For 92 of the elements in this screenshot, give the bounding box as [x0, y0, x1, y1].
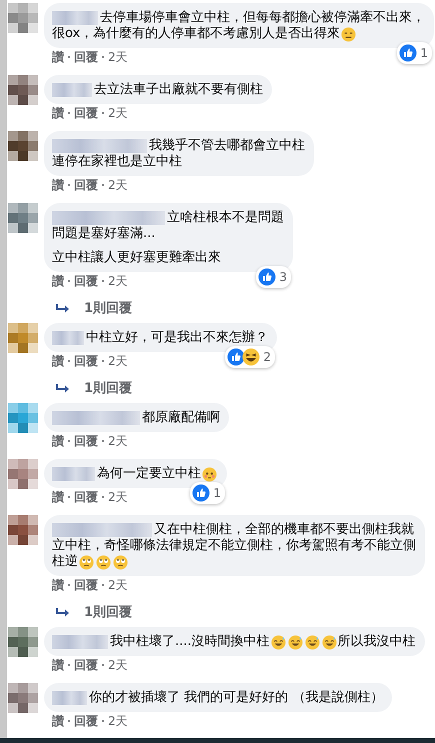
comment-text: 柱逆: [52, 554, 78, 570]
reaction-badge[interactable]: 1: [397, 42, 432, 64]
timestamp[interactable]: 2天: [108, 577, 128, 593]
comment-text: 連停在家裡也是立中柱: [52, 154, 182, 170]
comment-text: 中柱立好，可是我出不來怎辦？: [86, 330, 268, 346]
blurred-name: [52, 11, 98, 25]
like-icon: [192, 484, 210, 502]
avatar[interactable]: [8, 403, 38, 433]
replies-link[interactable]: 1則回覆: [84, 605, 132, 621]
action-link[interactable]: 讚: [52, 577, 64, 593]
reaction-badge[interactable]: 3: [256, 266, 291, 288]
comment-text: 為何一定要立中柱: [97, 466, 201, 482]
avatar[interactable]: [8, 683, 38, 713]
sweat-smile-icon: [322, 634, 337, 650]
eye-roll-face-icon: [96, 554, 111, 570]
comment-text: 去立法車子出廠就不要有側柱: [94, 82, 263, 98]
timestamp[interactable]: 2天: [108, 273, 128, 289]
replies-link[interactable]: 1則回覆: [84, 301, 132, 317]
avatar[interactable]: [8, 131, 38, 161]
blurred-name: [52, 467, 95, 481]
action-link[interactable]: 讚: [52, 657, 64, 673]
reply-arrow-icon: [56, 384, 70, 394]
action-link[interactable]: 回覆: [74, 713, 98, 729]
action-link[interactable]: 回覆: [74, 353, 98, 369]
blurred-name: [52, 83, 92, 97]
comment-text: 立中柱，奇怪哪條法律規定不能立側柱，你考駕照有考不能立側: [52, 538, 416, 554]
timestamp[interactable]: 2天: [108, 657, 128, 673]
like-icon: [399, 44, 418, 62]
like-icon: [258, 268, 276, 286]
comment-text: 很ox，為什麼有的人停車都不考慮別人是否出得來: [52, 26, 340, 42]
avatar[interactable]: [8, 3, 38, 33]
timestamp[interactable]: 2天: [108, 105, 128, 121]
action-link[interactable]: 回覆: [74, 657, 98, 673]
avatar[interactable]: [8, 515, 38, 545]
laughing-face-icon: [242, 348, 260, 366]
sweat-smile-icon: [270, 634, 286, 650]
sweat-smile-icon: [288, 634, 303, 650]
comment-text: 都原廠配備啊: [142, 410, 220, 426]
replies-link[interactable]: 1則回覆: [84, 381, 132, 397]
action-link[interactable]: 讚: [52, 713, 64, 729]
action-link[interactable]: 讚: [52, 433, 64, 449]
comment-text: 去停車場停車會立中柱，但每每都擔心被停滿牽不出來，: [100, 10, 425, 26]
blurred-name: [52, 691, 87, 705]
reaction-count: 1: [213, 485, 221, 501]
reaction-count: 1: [420, 45, 428, 61]
action-link[interactable]: 回覆: [74, 489, 98, 505]
reply-arrow-icon: [56, 304, 70, 314]
blushing-face-icon: [202, 466, 217, 482]
scroll-bar[interactable]: [0, 0, 7, 738]
comment-text: 我中柱壞了....沒時間換中柱: [110, 634, 270, 650]
timestamp[interactable]: 2天: [108, 177, 128, 193]
timestamp[interactable]: 2天: [108, 49, 128, 65]
blurred-name: [52, 331, 84, 345]
action-link[interactable]: 讚: [52, 177, 64, 193]
action-link[interactable]: 回覆: [74, 433, 98, 449]
action-link[interactable]: 回覆: [74, 273, 98, 289]
eye-roll-face-icon: [79, 554, 94, 570]
action-link[interactable]: 回覆: [74, 577, 98, 593]
action-link[interactable]: 回覆: [74, 177, 98, 193]
avatar[interactable]: [8, 75, 38, 105]
comment-text: 我幾乎不管去哪都會立中柱: [149, 138, 305, 154]
comment-text: 立中柱讓人更好塞更難牽出來: [52, 250, 221, 266]
reply-arrow-icon: [56, 608, 70, 618]
reaction-badge[interactable]: 2: [225, 346, 275, 368]
timestamp[interactable]: 2天: [108, 353, 128, 369]
action-link[interactable]: 讚: [52, 489, 64, 505]
avatar[interactable]: [8, 323, 38, 353]
timestamp[interactable]: 2天: [108, 713, 128, 729]
neutral-face-icon: [341, 26, 356, 42]
comment-text: 又在中柱側柱，全部的機車都不要出側柱我就: [154, 522, 414, 538]
reaction-count: 2: [263, 349, 271, 365]
action-link[interactable]: 讚: [52, 353, 64, 369]
comment-text: 立啥柱根本不是問題: [167, 210, 284, 226]
avatar[interactable]: [8, 627, 38, 657]
timestamp[interactable]: 2天: [108, 433, 128, 449]
action-link[interactable]: 回覆: [74, 105, 98, 121]
action-link[interactable]: 讚: [52, 273, 64, 289]
reaction-count: 3: [279, 269, 287, 285]
avatar[interactable]: [8, 203, 38, 233]
avatar[interactable]: [8, 459, 38, 489]
timestamp[interactable]: 2天: [108, 489, 128, 505]
action-link[interactable]: 回覆: [74, 49, 98, 65]
comment-text: 問題是塞好塞滿...: [52, 226, 156, 242]
comment-text: 你的才被插壞了 我們的可是好好的 （我是說側柱）: [89, 690, 384, 706]
action-link[interactable]: 讚: [52, 49, 64, 65]
comment-text: 所以我沒中柱: [338, 634, 416, 650]
like-icon: [227, 348, 246, 366]
sweat-smile-icon: [304, 634, 320, 650]
blurred-name: [52, 635, 108, 649]
reaction-badge[interactable]: 1: [190, 482, 225, 504]
action-link[interactable]: 讚: [52, 105, 64, 121]
eye-roll-face-icon: [113, 554, 128, 570]
